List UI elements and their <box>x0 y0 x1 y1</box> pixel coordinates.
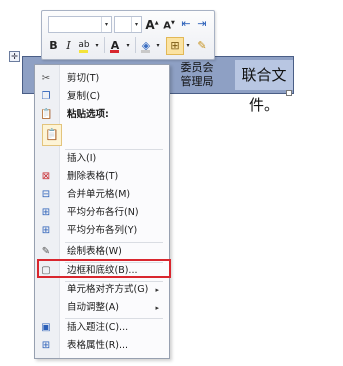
decrease-indent-icon: ⇤ <box>181 17 191 30</box>
table-cell-text[interactable]: 联合文件。 <box>235 60 293 114</box>
borders-icon: ⊞ <box>170 39 180 52</box>
borders-button[interactable]: ⊞ <box>166 37 184 55</box>
shrink-font-arrow-icon: ▼ <box>170 20 175 26</box>
increase-indent-icon: ⇥ <box>197 17 207 30</box>
font-color-bar <box>110 50 119 53</box>
menu-item-autofit[interactable]: 自动调整(A) ▸ <box>35 299 169 317</box>
distribute-rows-icon: ⊞ <box>41 207 51 218</box>
table-resize-handle[interactable] <box>286 90 292 96</box>
menu-item-cut[interactable]: ✂ 剪切(T) <box>35 70 169 88</box>
decrease-indent-button[interactable]: ⇤ <box>179 16 193 31</box>
highlight-color-bar <box>79 50 88 53</box>
context-menu: ✂ 剪切(T) ❐ 复制(C) 📋 粘贴选项: 📋 插入(I) ⊠ 删除表格(T… <box>34 64 170 359</box>
menu-item-label: 单元格对齐方式(G) <box>67 284 149 295</box>
menu-item-delete-table[interactable]: ⊠ 删除表格(T) <box>35 168 169 186</box>
menu-item-label: 粘贴选项: <box>67 109 109 120</box>
menu-item-distribute-rows[interactable]: ⊞ 平均分布各行(N) <box>35 204 169 222</box>
submenu-arrow-icon: ▸ <box>155 286 159 294</box>
menu-item-label: 删除表格(T) <box>67 171 119 182</box>
font-size-dropdown-icon[interactable]: ▾ <box>131 17 141 32</box>
menu-item-label: 复制(C) <box>67 91 101 102</box>
grow-font-arrow-icon: ▲ <box>154 20 159 26</box>
menu-item-paste-options: 📋 粘贴选项: <box>35 106 169 124</box>
distribute-columns-icon: ⊞ <box>41 225 51 236</box>
menu-item-table-properties[interactable]: ⊞ 表格属性(R)... <box>35 337 169 355</box>
font-color-dropdown-icon[interactable]: ▾ <box>124 38 132 53</box>
grow-font-icon: A <box>145 18 155 32</box>
menu-item-label: 插入题注(C)... <box>67 322 129 333</box>
toolbar-separator <box>104 37 105 53</box>
shading-dropdown-icon[interactable]: ▾ <box>154 38 162 53</box>
bold-button[interactable]: B <box>47 38 60 53</box>
borders-dropdown-icon[interactable]: ▾ <box>184 38 192 53</box>
menu-item-cell-alignment[interactable]: 单元格对齐方式(G) ▸ <box>35 281 169 299</box>
toolbar-separator <box>135 37 136 53</box>
font-name-dropdown-icon[interactable]: ▾ <box>101 17 111 32</box>
paste-keep-formatting-icon[interactable]: 📋 <box>42 124 62 146</box>
annotation-highlight-box <box>37 259 171 278</box>
menu-item-label: 自动调整(A) <box>67 302 119 313</box>
insert-caption-icon: ▣ <box>41 322 51 333</box>
menu-item-label: 平均分布各行(N) <box>67 207 139 218</box>
italic-button[interactable]: I <box>63 38 74 53</box>
paste-icon: 📋 <box>40 109 53 120</box>
table-cell-line-2: 管理局 <box>180 75 214 88</box>
menu-item-label: 合并单元格(M) <box>67 189 131 200</box>
scissors-icon: ✂ <box>41 73 51 84</box>
shrink-font-button[interactable]: A▼ <box>162 16 176 31</box>
font-name-box[interactable]: ▾ <box>48 16 112 33</box>
menu-item-insert[interactable]: 插入(I) <box>35 150 169 168</box>
menu-item-insert-caption[interactable]: ▣ 插入题注(C)... <box>35 319 169 337</box>
menu-item-label: 剪切(T) <box>67 73 100 84</box>
copy-icon: ❐ <box>41 91 51 102</box>
delete-table-icon: ⊠ <box>41 171 51 182</box>
merge-cells-icon: ⊟ <box>41 189 51 200</box>
grow-font-button[interactable]: A▲ <box>144 16 160 32</box>
increase-indent-button[interactable]: ⇥ <box>195 16 209 31</box>
highlight-dropdown-icon[interactable]: ▾ <box>93 38 101 53</box>
menu-item-distribute-columns[interactable]: ⊞ 平均分布各列(Y) <box>35 222 169 240</box>
menu-item-label: 插入(I) <box>67 153 97 164</box>
table-cell-line-1: 委员会 <box>180 61 214 74</box>
mini-toolbar: ▾ ▾ A▲ A▼ ⇤ ⇥ B I ab ▾ A ▾ ◈ ▾ ⊞ ▾ ✎ <box>41 10 215 60</box>
menu-item-merge-cells[interactable]: ⊟ 合并单元格(M) <box>35 186 169 204</box>
draw-table-icon: ✎ <box>41 246 51 257</box>
table-cell-partial[interactable]: 委员会 管理局 <box>160 61 234 91</box>
menu-item-label: 平均分布各列(Y) <box>67 225 138 236</box>
shading-color-bar <box>141 50 150 53</box>
font-color-button[interactable]: A <box>108 38 122 53</box>
shrink-font-icon: A <box>163 20 171 32</box>
menu-item-copy[interactable]: ❐ 复制(C) <box>35 88 169 106</box>
format-painter-button[interactable]: ✎ <box>195 38 209 53</box>
format-painter-icon: ✎ <box>197 39 207 52</box>
highlight-button[interactable]: ab <box>77 38 91 53</box>
table-move-handle[interactable]: ✛ <box>9 51 20 62</box>
table-properties-icon: ⊞ <box>41 340 51 351</box>
highlight-icon: ab <box>78 40 90 50</box>
font-size-box[interactable]: ▾ <box>114 16 142 33</box>
menu-item-label: 表格属性(R)... <box>67 340 129 351</box>
submenu-arrow-icon: ▸ <box>155 304 159 312</box>
shading-button[interactable]: ◈ <box>139 38 153 53</box>
